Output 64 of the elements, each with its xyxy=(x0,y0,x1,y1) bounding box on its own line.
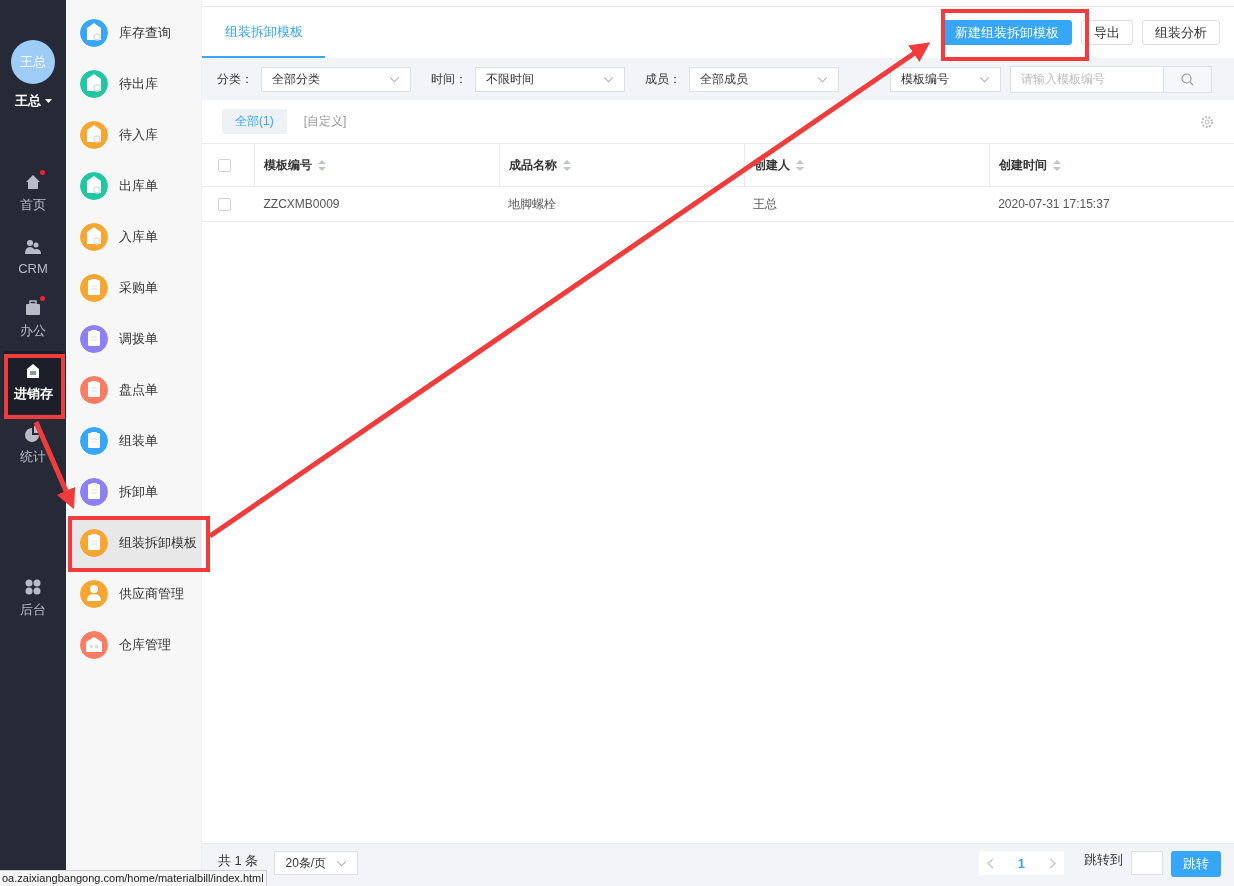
menu-item[interactable]: 仓库管理 xyxy=(66,619,201,670)
annotation-box xyxy=(4,354,65,419)
nav-item[interactable]: 办公 xyxy=(3,288,63,351)
chevron-down-icon xyxy=(979,75,990,83)
settings-icon[interactable] xyxy=(1200,114,1214,129)
table-cell: ZZCXMB0009 xyxy=(263,197,340,211)
status-url: oa.zaixiangbangong.com/home/materialbill/index.html xyxy=(0,870,267,886)
menu-item[interactable]: 盘点单 xyxy=(66,364,201,415)
menu-item[interactable]: 待入库 xyxy=(66,109,201,160)
nav-item[interactable]: 首页 xyxy=(3,162,63,225)
sort-icon[interactable] xyxy=(318,159,326,171)
nav-item[interactable]: 统计 xyxy=(3,414,63,477)
menu-item[interactable]: 出库单 xyxy=(66,160,201,211)
chevron-down-icon xyxy=(389,75,400,83)
menu-item[interactable]: 拆卸单 xyxy=(66,466,201,517)
page-size-select[interactable]: 20条/页 xyxy=(274,851,359,875)
caret-icon xyxy=(44,99,52,103)
menu-item[interactable]: 入库单 xyxy=(66,211,201,262)
column-header: 成品名称 xyxy=(508,156,557,174)
search-button[interactable] xyxy=(1164,65,1212,93)
grid-icon xyxy=(24,578,42,596)
filter-label: 成员： xyxy=(645,70,681,88)
nav-item[interactable]: 后台 xyxy=(3,567,63,630)
filter-select[interactable]: 全部分类 xyxy=(261,66,411,92)
sort-icon[interactable] xyxy=(795,159,804,171)
jump-field[interactable] xyxy=(1131,851,1163,875)
briefcase-icon xyxy=(24,299,42,317)
chevron-down-icon xyxy=(603,75,614,83)
menu-item[interactable]: 库存查询 xyxy=(66,7,201,58)
total-count: 共 1 条 xyxy=(218,853,259,868)
menu-item[interactable]: 组装单 xyxy=(66,415,201,466)
sort-icon[interactable] xyxy=(1052,159,1061,171)
search-icon xyxy=(1181,72,1194,86)
menu-item[interactable]: 调拨单 xyxy=(66,313,201,364)
table-cell: 王总 xyxy=(753,196,778,211)
menu-item[interactable]: 采购单 xyxy=(66,262,201,313)
user-name[interactable]: 王总 xyxy=(14,92,52,110)
menu-item[interactable]: 待出库 xyxy=(66,58,201,109)
checkbox[interactable] xyxy=(218,158,231,172)
pie-chart-icon xyxy=(24,425,42,443)
table-cell: 2020-07-31 17:15:37 xyxy=(998,197,1110,211)
toolbar-button[interactable]: 组装分析 xyxy=(1142,20,1220,45)
sort-icon[interactable] xyxy=(562,159,571,171)
toolbar-button[interactable]: 导出 xyxy=(1081,20,1133,45)
chevron-down-icon xyxy=(336,859,348,867)
filter-label: 时间： xyxy=(431,70,467,88)
home-icon xyxy=(24,173,42,191)
box-icon xyxy=(24,362,42,380)
chevron-down-icon xyxy=(817,75,828,83)
column-header: 创建时间 xyxy=(998,156,1047,174)
chevron-left-icon[interactable] xyxy=(986,857,994,869)
search-field-select[interactable]: 模板编号 xyxy=(890,66,1001,92)
people-icon xyxy=(24,237,42,256)
column-header: 模板编号 xyxy=(264,156,312,174)
filter-select[interactable]: 全部成员 xyxy=(689,66,839,92)
chevron-right-icon[interactable] xyxy=(1049,857,1056,869)
filter-label: 分类： xyxy=(217,70,253,88)
filter-select[interactable]: 不限时间 xyxy=(475,66,625,92)
menu-item[interactable]: 供应商管理 xyxy=(66,568,201,619)
table-cell: 地脚螺栓 xyxy=(508,196,557,211)
jump-label: 跳转到 xyxy=(1084,851,1123,869)
checkbox[interactable] xyxy=(218,197,231,211)
search-field[interactable]: 请输入模板编号 xyxy=(1010,65,1164,93)
nav-item[interactable]: CRM xyxy=(3,225,63,288)
